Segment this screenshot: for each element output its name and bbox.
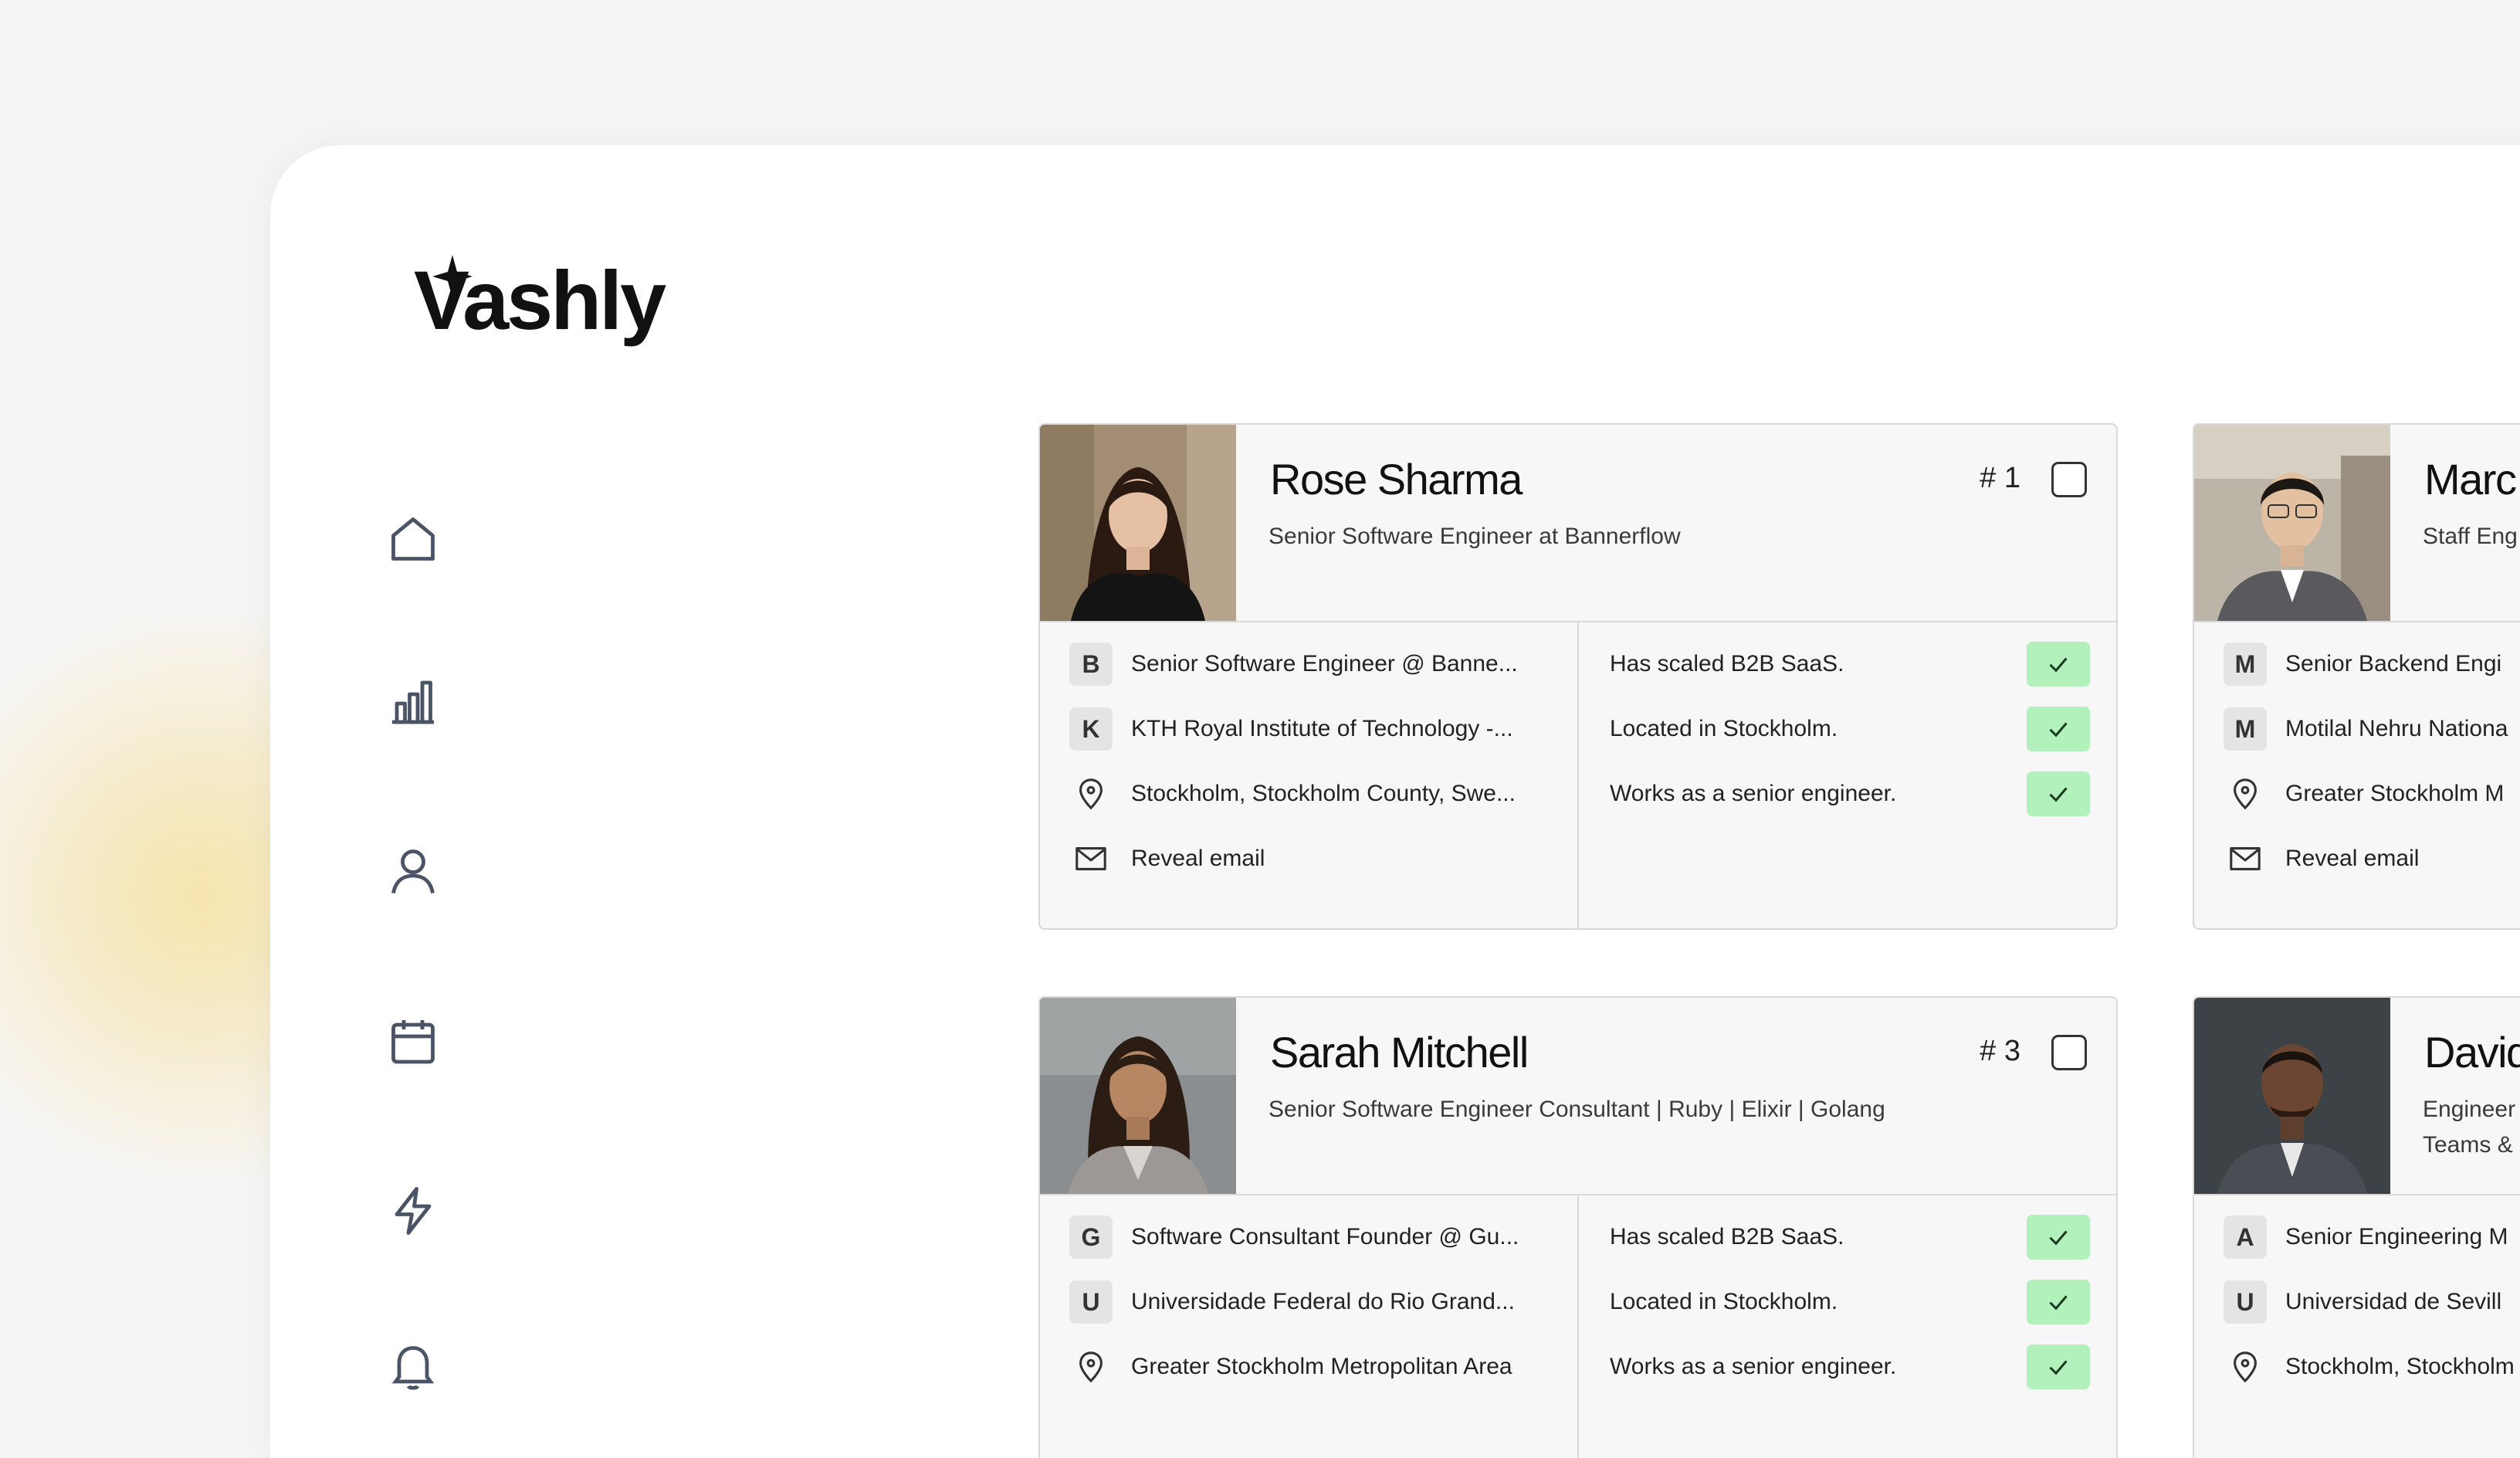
candidate-card[interactable]: Sarah Mitchell Senior Software Engineer … <box>1038 996 2118 1458</box>
location-row: Greater Stockholm M <box>2224 771 2520 817</box>
check-icon <box>2027 771 2090 816</box>
nav-user-icon[interactable] <box>382 840 444 902</box>
candidate-photo <box>1040 998 1236 1194</box>
school-badge: U <box>2224 1280 2267 1324</box>
location-pin-icon <box>1069 1345 1113 1388</box>
school-badge: K <box>1069 707 1113 751</box>
company-badge: A <box>2224 1216 2267 1259</box>
experience-row: A Senior Engineering M <box>2224 1214 2520 1260</box>
candidate-photo <box>1040 425 1236 621</box>
location-text: Greater Stockholm M <box>2285 781 2505 806</box>
candidate-name[interactable]: Sarah Mitchell <box>1270 1027 1529 1077</box>
education-row: K KTH Royal Institute of Technology -... <box>1069 706 1548 752</box>
criteria-text: Works as a senior engineer. <box>1610 1354 1897 1379</box>
location-text: Stockholm, Stockholm <box>2285 1354 2515 1379</box>
criteria-text: Located in Stockholm. <box>1610 716 1838 741</box>
candidate-headline: Engineer Teams & <box>2423 1097 2516 1158</box>
location-text: Greater Stockholm Metropolitan Area <box>1131 1354 1512 1379</box>
candidate-headline: Senior Software Engineer Consultant | Ru… <box>1268 1097 1885 1122</box>
experience-text: Senior Engineering M <box>2285 1224 2508 1249</box>
experience-row: B Senior Software Engineer @ Banne... <box>1069 641 1548 687</box>
reveal-email-link[interactable]: Reveal email <box>1131 846 1548 872</box>
nav-bell-icon[interactable] <box>382 1334 444 1396</box>
candidate-headline: Senior Software Engineer at Bannerflow <box>1268 524 1681 549</box>
criteria-text: Has scaled B2B SaaS. <box>1610 1224 1844 1249</box>
reveal-email-link[interactable]: Reveal email <box>2285 846 2520 872</box>
education-row: U Universidad de Sevill <box>2224 1279 2520 1325</box>
experience-row: M Senior Backend Engi <box>2224 641 2520 687</box>
check-icon <box>2027 1344 2090 1389</box>
location-pin-icon <box>1069 772 1113 815</box>
education-text: KTH Royal Institute of Technology -... <box>1131 716 1513 741</box>
location-pin-icon <box>2224 1345 2267 1388</box>
education-text: Universidad de Sevill <box>2285 1289 2502 1314</box>
check-icon <box>2027 1215 2090 1260</box>
rank-label: # 1 <box>1980 462 2020 494</box>
criteria-row: Has scaled B2B SaaS. <box>1610 1214 2090 1260</box>
candidate-name[interactable]: Rose Sharma <box>1270 454 1522 504</box>
svg-text:Vashly: Vashly <box>414 255 666 347</box>
location-row: Stockholm, Stockholm County, Swe... <box>1069 771 1548 817</box>
school-badge: M <box>2224 707 2267 751</box>
mail-icon <box>1069 837 1113 880</box>
nav-bar-chart-icon[interactable] <box>382 670 444 732</box>
email-row[interactable]: Reveal email <box>2224 836 2520 882</box>
location-row: Stockholm, Stockholm <box>2224 1344 2520 1390</box>
experience-text: Software Consultant Founder @ Gu... <box>1131 1224 1519 1249</box>
education-text: Universidade Federal do Rio Grand... <box>1131 1289 1515 1314</box>
rank-label: # 3 <box>1980 1035 2020 1067</box>
divider <box>1577 1195 1579 1458</box>
email-row[interactable]: Reveal email <box>1069 836 1548 882</box>
divider <box>2194 1194 2520 1195</box>
candidate-headline: Staff Eng <box>2423 524 2518 549</box>
nav-calendar-icon[interactable] <box>382 1010 444 1072</box>
experience-text: Senior Backend Engi <box>2285 651 2502 676</box>
company-badge: B <box>1069 643 1113 686</box>
criteria-row: Works as a senior engineer. <box>1610 1344 2090 1390</box>
criteria-text: Works as a senior engineer. <box>1610 781 1897 806</box>
education-row: M Motilal Nehru Nationa <box>2224 706 2520 752</box>
nav-lightning-icon[interactable] <box>382 1180 444 1242</box>
education-text: Motilal Nehru Nationa <box>2285 716 2508 741</box>
experience-row: G Software Consultant Founder @ Gu... <box>1069 1214 1548 1260</box>
nav-home-icon[interactable] <box>382 508 444 570</box>
candidate-name[interactable]: Marc <box>2424 454 2517 504</box>
app-window: Vashly Rose Sharma Senior Software Engin… <box>270 145 2520 1458</box>
criteria-row: Works as a senior engineer. <box>1610 771 2090 817</box>
candidate-card[interactable]: Rose Sharma Senior Software Engineer at … <box>1038 423 2118 930</box>
candidate-card[interactable]: Marc Staff Eng M Senior Backend Engi M M… <box>2193 423 2520 930</box>
company-badge: M <box>2224 643 2267 686</box>
check-icon <box>2027 1280 2090 1324</box>
criteria-text: Located in Stockholm. <box>1610 1289 1838 1314</box>
location-text: Stockholm, Stockholm County, Swe... <box>1131 781 1516 806</box>
select-checkbox[interactable] <box>2051 462 2087 497</box>
education-row: U Universidade Federal do Rio Grand... <box>1069 1279 1548 1325</box>
check-icon <box>2027 642 2090 687</box>
mail-icon <box>2224 837 2267 880</box>
divider <box>1577 622 1579 928</box>
candidate-name[interactable]: David <box>2424 1027 2520 1077</box>
brand-logo: Vashly <box>414 255 800 355</box>
location-pin-icon <box>2224 772 2267 815</box>
check-icon <box>2027 707 2090 751</box>
criteria-text: Has scaled B2B SaaS. <box>1610 651 1844 676</box>
experience-text: Senior Software Engineer @ Banne... <box>1131 651 1518 676</box>
select-checkbox[interactable] <box>2051 1035 2087 1070</box>
school-badge: U <box>1069 1280 1113 1324</box>
company-badge: G <box>1069 1216 1113 1259</box>
candidate-photo <box>2194 998 2390 1194</box>
divider <box>2194 621 2520 622</box>
criteria-row: Has scaled B2B SaaS. <box>1610 641 2090 687</box>
candidate-photo <box>2194 425 2390 621</box>
criteria-row: Located in Stockholm. <box>1610 1279 2090 1325</box>
location-row: Greater Stockholm Metropolitan Area <box>1069 1344 1548 1390</box>
candidate-card[interactable]: David Engineer Teams & A Senior Engineer… <box>2193 996 2520 1458</box>
criteria-row: Located in Stockholm. <box>1610 706 2090 752</box>
